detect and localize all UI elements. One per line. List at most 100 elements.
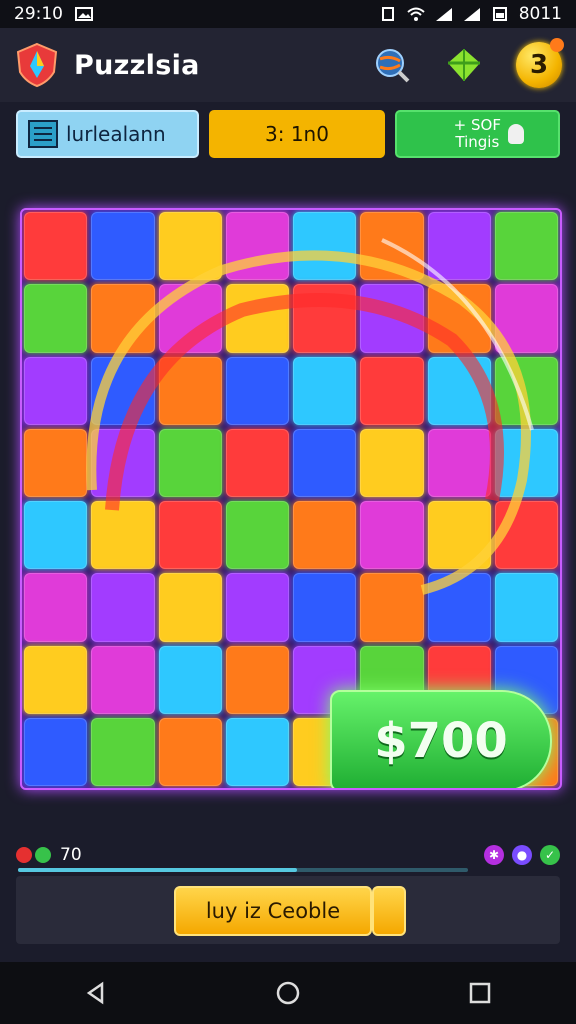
puzzle-piece[interactable]	[360, 501, 424, 570]
action-button-label: luy iz Ceoble	[205, 899, 341, 923]
puzzle-piece[interactable]	[24, 573, 88, 642]
app-title: Puzzlsia	[74, 49, 200, 81]
puzzle-piece[interactable]	[158, 356, 222, 425]
action-button[interactable]: luy iz Ceoble	[174, 886, 372, 936]
puzzle-piece[interactable]	[24, 356, 88, 425]
coin-icon[interactable]: 3	[516, 38, 564, 88]
puzzle-piece[interactable]	[24, 212, 88, 281]
bonus-button[interactable]: + SOF Tingis	[394, 110, 560, 158]
home-icon[interactable]	[268, 973, 308, 1013]
battery-icon	[492, 7, 507, 21]
wifi-icon	[407, 7, 425, 21]
coin-count: 3	[529, 50, 549, 80]
puzzle-piece[interactable]	[158, 501, 222, 570]
status-bar: 29:10 8011	[0, 0, 576, 28]
logo-icon	[16, 42, 58, 88]
green-dot-icon	[35, 847, 51, 863]
puzzle-piece[interactable]	[360, 356, 424, 425]
puzzle-piece[interactable]	[91, 284, 155, 353]
egg-icon	[508, 124, 524, 144]
puzzle-piece[interactable]	[91, 573, 155, 642]
puzzle-piece[interactable]	[158, 212, 222, 281]
puzzle-piece[interactable]	[293, 284, 357, 353]
bonus-line-2: Tingis	[455, 133, 500, 151]
battery-level: 8011	[518, 4, 562, 24]
bottom-panel: luy iz Ceoble	[16, 876, 560, 944]
purple-star-icon[interactable]: ✱	[484, 845, 504, 865]
prize-amount: $700	[374, 713, 508, 769]
puzzle-piece[interactable]	[158, 284, 222, 353]
puzzle-piece[interactable]	[91, 501, 155, 570]
puzzle-piece[interactable]	[427, 428, 491, 497]
puzzle-piece[interactable]	[427, 212, 491, 281]
green-check-icon[interactable]: ✓	[540, 845, 560, 865]
puzzle-piece[interactable]	[225, 284, 289, 353]
violet-drop-icon[interactable]: ●	[512, 845, 532, 865]
puzzle-piece[interactable]	[293, 212, 357, 281]
progress-fill	[18, 868, 297, 872]
puzzle-piece[interactable]	[158, 573, 222, 642]
signal-icon	[463, 8, 480, 21]
puzzle-piece[interactable]	[225, 717, 289, 786]
score-value: 3: 1n0	[265, 122, 329, 146]
puzzle-piece[interactable]	[91, 428, 155, 497]
red-dot-icon	[16, 847, 32, 863]
puzzle-piece[interactable]	[24, 645, 88, 714]
player-name-panel[interactable]: lurlealann	[16, 110, 200, 158]
puzzle-piece[interactable]	[427, 356, 491, 425]
puzzle-piece[interactable]	[91, 645, 155, 714]
puzzle-piece[interactable]	[494, 573, 558, 642]
puzzle-piece[interactable]	[494, 356, 558, 425]
globe-search-icon[interactable]	[372, 45, 412, 85]
prize-banner[interactable]: $700	[330, 690, 552, 788]
puzzle-piece[interactable]	[293, 356, 357, 425]
puzzle-piece[interactable]	[225, 212, 289, 281]
progress-value: 70	[60, 845, 82, 865]
puzzle-piece[interactable]	[494, 501, 558, 570]
puzzle-piece[interactable]	[158, 645, 222, 714]
action-side-button[interactable]	[372, 886, 406, 936]
puzzle-piece[interactable]	[293, 428, 357, 497]
puzzle-piece[interactable]	[494, 428, 558, 497]
puzzle-board[interactable]: $700	[20, 208, 562, 790]
puzzle-piece[interactable]	[91, 356, 155, 425]
info-row: lurlealann 3: 1n0 + SOF Tingis	[16, 110, 560, 158]
puzzle-piece[interactable]	[293, 501, 357, 570]
puzzle-piece[interactable]	[24, 717, 88, 786]
signal-icon	[435, 8, 452, 21]
puzzle-piece[interactable]	[427, 501, 491, 570]
bonus-line-1: + SOF	[453, 116, 501, 134]
puzzle-piece[interactable]	[494, 212, 558, 281]
puzzle-piece[interactable]	[225, 645, 289, 714]
puzzle-piece[interactable]	[360, 428, 424, 497]
puzzle-piece[interactable]	[91, 212, 155, 281]
progress-bar	[18, 868, 468, 872]
nav-bar	[0, 962, 576, 1024]
puzzle-piece[interactable]	[225, 356, 289, 425]
image-icon	[75, 7, 93, 21]
puzzle-piece[interactable]	[494, 284, 558, 353]
puzzle-piece[interactable]	[24, 501, 88, 570]
puzzle-piece[interactable]	[293, 573, 357, 642]
score-panel: 3: 1n0	[209, 110, 385, 158]
sim-icon	[381, 7, 394, 21]
puzzle-piece[interactable]	[24, 284, 88, 353]
green-gem-icon[interactable]	[446, 47, 482, 83]
status-time: 29:10	[14, 4, 63, 24]
puzzle-piece[interactable]	[360, 284, 424, 353]
progress-row: 70 ✱ ● ✓	[16, 842, 560, 868]
puzzle-piece[interactable]	[158, 428, 222, 497]
recents-icon[interactable]	[460, 973, 500, 1013]
puzzle-piece[interactable]	[427, 284, 491, 353]
puzzle-piece[interactable]	[225, 428, 289, 497]
puzzle-piece[interactable]	[225, 501, 289, 570]
puzzle-piece[interactable]	[158, 717, 222, 786]
puzzle-piece[interactable]	[360, 212, 424, 281]
puzzle-piece[interactable]	[225, 573, 289, 642]
coin-badge	[550, 38, 564, 52]
puzzle-piece[interactable]	[360, 573, 424, 642]
back-icon[interactable]	[76, 973, 116, 1013]
puzzle-piece[interactable]	[427, 573, 491, 642]
puzzle-piece[interactable]	[91, 717, 155, 786]
puzzle-piece[interactable]	[24, 428, 88, 497]
